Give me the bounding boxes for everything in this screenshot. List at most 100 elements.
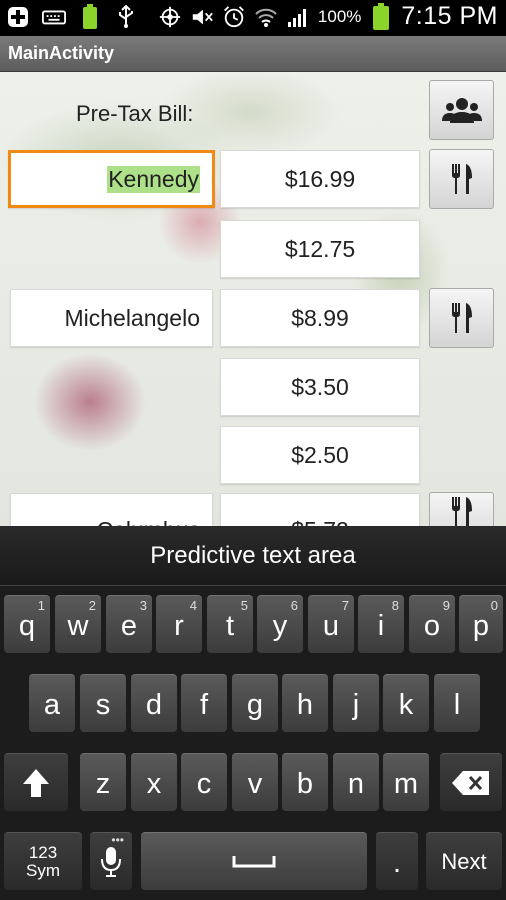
clock: 7:15 PM	[401, 2, 498, 30]
key-l[interactable]: l	[434, 674, 480, 732]
name-input-columbus[interactable]: Columbus	[10, 493, 213, 526]
key-r[interactable]: 4r	[156, 595, 202, 653]
key-hint: •••	[111, 833, 124, 847]
key-label: g	[246, 689, 264, 721]
soft-keyboard: Predictive text area 1q 2w 3e 4r 5t 6y 7…	[0, 526, 506, 900]
status-right-icons: 100% 7:15 PM	[158, 2, 498, 31]
main-content: Pre-Tax Bill: Kennedy $16.99 $12.75 Mich…	[0, 72, 506, 526]
next-key[interactable]: Next	[426, 832, 502, 890]
amount-input-5[interactable]: $2.50	[220, 426, 420, 484]
key-label: a	[43, 689, 61, 721]
key-h[interactable]: h	[282, 674, 328, 732]
status-bar: 100% 7:15 PM	[0, 0, 506, 36]
key-label: n	[347, 768, 365, 800]
key-label: c	[196, 768, 212, 800]
amount-input-4[interactable]: $3.50	[220, 358, 420, 416]
key-s[interactable]: s	[80, 674, 126, 732]
mute-icon	[190, 5, 214, 29]
key-e[interactable]: 3e	[106, 595, 152, 653]
key-z[interactable]: z	[80, 753, 126, 811]
signal-icon	[286, 5, 310, 29]
key-j[interactable]: j	[333, 674, 379, 732]
voice-input-key[interactable]: •••	[90, 832, 132, 890]
period-key[interactable]: .	[376, 832, 418, 890]
key-x[interactable]: x	[131, 753, 177, 811]
amount-text: $5.72	[291, 517, 349, 527]
amount-text: $3.50	[291, 373, 349, 400]
key-hint: 8	[391, 598, 399, 613]
key-w[interactable]: 2w	[55, 595, 101, 653]
key-label: e	[120, 610, 138, 642]
key-label: y	[272, 610, 288, 642]
symbols-key-top: 123	[28, 842, 58, 862]
key-t[interactable]: 5t	[207, 595, 253, 653]
location-icon	[158, 5, 182, 29]
usb-icon	[114, 5, 138, 29]
symbols-key[interactable]: 123 Sym	[4, 832, 82, 890]
key-label: f	[199, 689, 209, 721]
key-label: w	[67, 610, 89, 642]
group-button[interactable]	[429, 80, 494, 140]
key-v[interactable]: v	[232, 753, 278, 811]
amount-input-2[interactable]: $12.75	[220, 220, 420, 278]
amount-text: $2.50	[291, 441, 349, 468]
amount-input-6[interactable]: $5.72	[220, 493, 420, 526]
key-label: v	[247, 768, 263, 800]
key-i[interactable]: 8i	[358, 595, 404, 653]
name-input-text: Michelangelo	[64, 304, 200, 331]
name-input-kennedy[interactable]: Kennedy	[8, 150, 215, 208]
key-label: .	[392, 847, 402, 879]
key-c[interactable]: c	[181, 753, 227, 811]
key-y[interactable]: 6y	[257, 595, 303, 653]
predictive-text-bar[interactable]: Predictive text area	[0, 526, 506, 586]
pre-tax-bill-label: Pre-Tax Bill:	[76, 101, 194, 126]
app-title: MainActivity	[8, 43, 115, 63]
microphone-icon	[101, 846, 121, 877]
amount-input-3[interactable]: $8.99	[220, 289, 420, 347]
key-g[interactable]: g	[232, 674, 278, 732]
shift-arrow-icon	[23, 768, 49, 797]
key-label: r	[174, 610, 184, 642]
key-hint: 5	[240, 598, 248, 613]
name-input-text: Columbus	[96, 517, 200, 527]
name-input-text: Kennedy	[107, 165, 200, 193]
key-f[interactable]: f	[181, 674, 227, 732]
keyboard-icon	[42, 5, 66, 29]
backspace-key[interactable]	[440, 753, 502, 811]
key-label: d	[145, 689, 163, 721]
key-m[interactable]: m	[383, 753, 429, 811]
key-label: k	[398, 689, 414, 721]
key-label: i	[377, 610, 385, 642]
space-key[interactable]	[141, 832, 367, 890]
key-o[interactable]: 9o	[409, 595, 455, 653]
add-item-button-2[interactable]	[429, 288, 494, 348]
name-input-michelangelo[interactable]: Michelangelo	[10, 289, 213, 347]
battery-charging-icon	[369, 2, 393, 30]
key-label: z	[95, 768, 111, 800]
key-label: h	[296, 689, 314, 721]
key-u[interactable]: 7u	[308, 595, 354, 653]
key-a[interactable]: a	[29, 674, 75, 732]
key-b[interactable]: b	[282, 753, 328, 811]
amount-input-1[interactable]: $16.99	[220, 150, 420, 208]
key-label: m	[393, 768, 419, 800]
shift-key[interactable]	[4, 753, 68, 811]
add-icon	[6, 5, 30, 29]
amount-text: $8.99	[291, 304, 349, 331]
battery-full-icon	[78, 4, 102, 29]
fork-knife-icon	[451, 303, 472, 333]
key-p[interactable]: 0p	[459, 595, 503, 653]
key-k[interactable]: k	[383, 674, 429, 732]
add-item-button-1[interactable]	[429, 149, 494, 209]
key-label: u	[322, 610, 340, 642]
key-hint: 9	[442, 598, 450, 613]
key-q[interactable]: 1q	[4, 595, 50, 653]
key-n[interactable]: n	[333, 753, 379, 811]
key-label: s	[95, 689, 111, 721]
key-label: b	[296, 768, 314, 800]
key-d[interactable]: d	[131, 674, 177, 732]
key-label: o	[423, 610, 441, 642]
key-label: q	[18, 610, 36, 642]
key-label: t	[225, 610, 235, 642]
add-item-button-3[interactable]	[429, 492, 494, 526]
